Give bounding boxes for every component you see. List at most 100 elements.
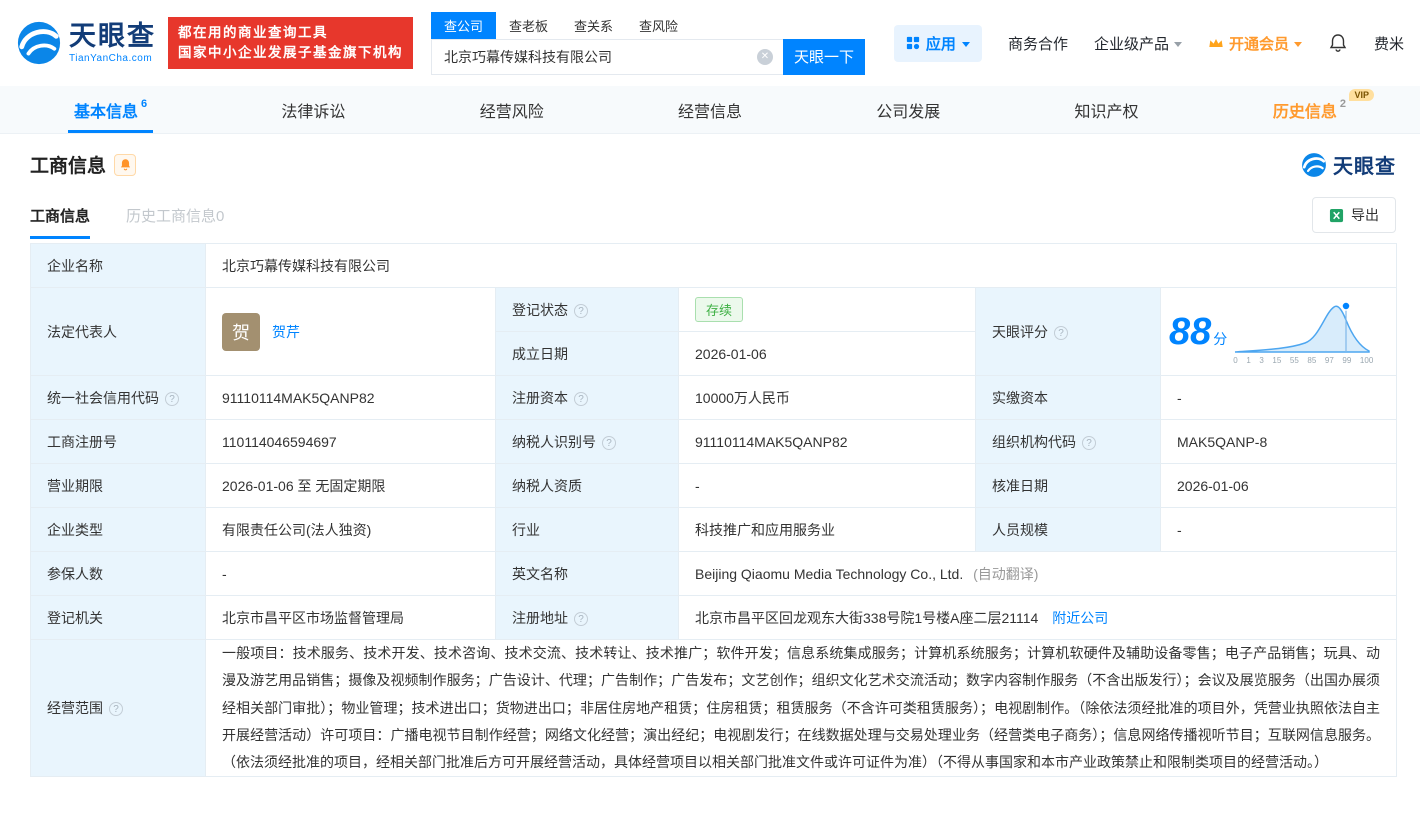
tab-business-info[interactable]: 经营信息	[666, 86, 754, 133]
business-scope-value: 一般项目：技术服务、技术开发、技术咨询、技术交流、技术转让、技术推广；软件开发；…	[204, 638, 1398, 778]
approve-date-value: 2026-01-06	[1159, 463, 1398, 508]
reg-no-value: 110114046594697	[205, 419, 496, 464]
table-row: 法定代表人 贺 贺芹 登记状态? 存续 天眼评分? 88 分 0 1 3 15 …	[30, 287, 1398, 376]
score-chart: 0 1 3 15 55 85 97 99 100	[1233, 298, 1373, 365]
paid-capital-value: -	[1159, 375, 1398, 420]
top-menu: 应用 商务合作 企业级产品 开通会员 费米	[893, 24, 1404, 62]
logo-text: 天眼查	[69, 20, 156, 51]
help-icon[interactable]: ?	[109, 702, 123, 717]
table-row: 登记机关 北京市昌平区市场监督管理局 注册地址? 北京市昌平区回龙观东大街338…	[30, 595, 1398, 640]
search-tab-boss[interactable]: 查老板	[496, 12, 561, 39]
crown-icon	[1209, 39, 1223, 47]
field-label: 参保人数	[30, 551, 206, 596]
top-header: 天眼查 TianYanCha.com 都在用的商业查询工具 国家中小企业发展子基…	[0, 0, 1420, 86]
est-date-value: 2026-01-06	[678, 331, 976, 376]
legal-rep-link[interactable]: 贺芹	[272, 322, 300, 342]
field-label: 经营范围?	[30, 638, 206, 778]
field-label: 英文名称	[495, 551, 679, 596]
table-row: 企业名称 北京巧幕传媒科技有限公司	[30, 243, 1398, 288]
field-label: 企业名称	[30, 243, 206, 288]
table-row: 参保人数 - 英文名称 Beijing Qiaomu Media Technol…	[30, 551, 1398, 596]
vip-badge: VIP	[1349, 89, 1374, 101]
menu-biz-cooperation[interactable]: 商务合作	[1008, 33, 1068, 54]
table-row: 企业类型 有限责任公司(法人独资) 行业 科技推广和应用服务业 人员规模 -	[30, 507, 1398, 552]
table-row: 经营范围? 一般项目：技术服务、技术开发、技术咨询、技术交流、技术转让、技术推广…	[30, 638, 1398, 778]
table-row: 统一社会信用代码? 91110114MAK5QANP82 注册资本? 10000…	[30, 375, 1398, 420]
tab-basic-info[interactable]: 基本信息 6	[62, 86, 159, 133]
apps-grid-icon	[906, 36, 920, 50]
tab-business-risk[interactable]: 经营风险	[468, 86, 556, 133]
avatar[interactable]: 贺	[222, 312, 260, 351]
tianyancha-logo-icon	[17, 21, 61, 65]
help-icon[interactable]: ?	[1082, 435, 1096, 450]
field-label: 天眼评分?	[975, 287, 1161, 376]
field-label: 成立日期	[495, 331, 679, 376]
term-value: 2026-01-06 至 无固定期限	[205, 463, 496, 508]
field-label: 注册资本?	[495, 375, 679, 420]
taxpayer-no-value: 91110114MAK5QANP82	[678, 419, 976, 464]
tianyancha-logo-icon	[1302, 152, 1326, 177]
score-axis-ticks: 0 1 3 15 55 85 97 99 100	[1233, 356, 1374, 365]
search-tab-risk[interactable]: 查风险	[626, 12, 691, 39]
company-nav-tabs: 基本信息 6 法律诉讼 经营风险 经营信息 公司发展 知识产权 历史信息 2 VIP	[0, 86, 1420, 134]
org-code-value: MAK5QANP-8	[1159, 419, 1398, 464]
help-icon[interactable]: ?	[602, 435, 616, 450]
table-row: 营业期限 2026-01-06 至 无固定期限 纳税人资质 - 核准日期 202…	[30, 463, 1398, 508]
menu-enterprise-products[interactable]: 企业级产品	[1094, 33, 1182, 54]
export-button[interactable]: 导出	[1312, 197, 1396, 233]
company-name-value: 北京巧幕传媒科技有限公司	[204, 243, 1398, 288]
search-input[interactable]	[431, 38, 783, 75]
help-icon[interactable]: ?	[574, 303, 588, 318]
help-icon[interactable]: ?	[574, 611, 588, 626]
field-label: 登记机关	[30, 595, 206, 640]
clear-search-icon[interactable]: ✕	[757, 48, 773, 65]
section-header: 工商信息 天眼查	[0, 134, 1420, 183]
field-label: 工商注册号	[30, 419, 206, 464]
field-label: 实缴资本	[975, 375, 1161, 420]
bell-icon	[1329, 34, 1347, 52]
tab-company-development[interactable]: 公司发展	[864, 86, 952, 133]
table-row: 工商注册号 110114046594697 纳税人识别号? 91110114MA…	[30, 419, 1398, 464]
subtab-business-info[interactable]: 工商信息	[30, 205, 91, 239]
en-name-value: Beijing Qiaomu Media Technology Co., Ltd…	[677, 551, 1398, 596]
industry-value: 科技推广和应用服务业	[678, 507, 976, 552]
help-icon[interactable]: ?	[574, 391, 588, 406]
field-label: 登记状态?	[495, 287, 679, 332]
watermark-logo: 天眼查	[1301, 150, 1396, 179]
legal-rep-cell: 贺 贺芹	[205, 287, 496, 376]
insured-value: -	[205, 551, 496, 596]
help-icon[interactable]: ?	[165, 391, 179, 406]
chevron-down-icon	[1293, 41, 1302, 47]
address-value: 北京市昌平区回龙观东大街338号院1号楼A座二层21114 附近公司	[677, 595, 1398, 640]
bell-icon	[120, 159, 130, 171]
field-label: 企业类型	[30, 507, 206, 552]
reg-capital-value: 10000万人民币	[678, 375, 976, 420]
score-cell[interactable]: 88 分 0 1 3 15 55 85 97 99 100	[1159, 287, 1398, 376]
auto-translate-note: (自动翻译)	[973, 565, 1039, 582]
tab-intellectual-property[interactable]: 知识产权	[1063, 86, 1151, 133]
nearby-companies-link[interactable]: 附近公司	[1052, 610, 1108, 626]
field-label: 统一社会信用代码?	[30, 375, 206, 420]
monitor-bell-button[interactable]	[114, 153, 137, 176]
subtab-history-business-info[interactable]: 历史工商信息0	[126, 205, 224, 239]
tianyancha-logo[interactable]: 天眼查 TianYanCha.com	[16, 20, 156, 66]
tab-history-info[interactable]: 历史信息 2 VIP	[1261, 86, 1374, 133]
apps-menu[interactable]: 应用	[893, 24, 982, 62]
search-tab-relation[interactable]: 查关系	[561, 12, 626, 39]
reg-status-value: 存续	[678, 287, 976, 332]
field-label: 核准日期	[975, 463, 1161, 508]
company-type-value: 有限责任公司(法人独资)	[205, 507, 496, 552]
search-tab-company[interactable]: 查公司	[431, 11, 497, 39]
tab-legal-litigation[interactable]: 法律诉讼	[269, 86, 357, 133]
field-label: 人员规模	[975, 507, 1161, 552]
field-label: 纳税人识别号?	[495, 419, 679, 464]
search-button[interactable]: 天眼一下	[783, 38, 865, 75]
excel-icon	[1329, 208, 1344, 222]
logo-domain: TianYanCha.com	[69, 52, 153, 64]
chevron-down-icon	[961, 41, 970, 47]
user-account[interactable]: 费米	[1374, 33, 1404, 54]
reg-authority-value: 北京市昌平区市场监督管理局	[205, 595, 496, 640]
menu-open-vip[interactable]: 开通会员	[1208, 33, 1302, 54]
notification-bell[interactable]	[1328, 33, 1348, 53]
help-icon[interactable]: ?	[1054, 325, 1068, 340]
